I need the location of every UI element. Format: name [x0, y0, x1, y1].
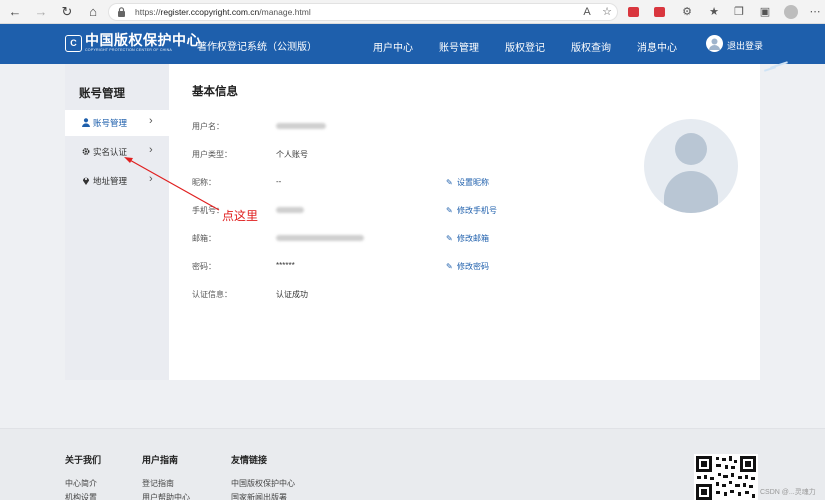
logo-english-text: COPYRIGHT PROTECTION CENTER OF CHINA: [85, 48, 172, 52]
sidebar-item-account-management[interactable]: 账号管理 ›: [65, 110, 169, 136]
watermark-text: CSDN @...灵魂力: [760, 489, 816, 496]
copyright-logo-icon: C: [65, 35, 82, 52]
favorite-star-icon[interactable]: ☆: [598, 3, 616, 21]
site-footer: 关于我们 中心简介 机构设置 用户指南 登记指南 用户帮助中心 友情链接 中国版…: [0, 428, 825, 500]
nav-user-center[interactable]: 用户中心: [373, 39, 413, 54]
back-arrow-icon[interactable]: ←: [6, 3, 24, 21]
footer-heading: 关于我们: [65, 455, 102, 465]
info-row-username: 用户名：: [192, 121, 532, 135]
change-email-link[interactable]: ✎ 修改邮箱: [446, 233, 489, 244]
redacted-value: [276, 207, 304, 213]
site-header: C 中国版权保护中心 COPYRIGHT PROTECTION CENTER O…: [0, 24, 825, 64]
annotation-text: 点这里: [222, 209, 259, 223]
footer-link[interactable]: 用户帮助中心: [142, 491, 190, 500]
footer-link[interactable]: 机构设置: [65, 491, 101, 500]
footer-link[interactable]: 登记指南: [142, 477, 190, 491]
footer-user-guide: 用户指南 登记指南 用户帮助中心: [142, 453, 190, 500]
nav-copyright-registration[interactable]: 版权登记: [505, 39, 545, 54]
info-row-email: 邮箱： ✎ 修改邮箱: [192, 233, 532, 247]
logo-chinese-text: 中国版权保护中心: [85, 32, 201, 48]
info-label: 密码：: [192, 262, 216, 271]
user-icon: [82, 118, 90, 127]
info-row-password: 密码： ****** ✎ 修改密码: [192, 261, 532, 275]
pencil-icon: ✎: [446, 206, 453, 215]
main-panel: 账号管理 账号管理 › 实名认证 › 地址管理 › 基本信息 用户名： 用户类型…: [65, 64, 760, 380]
section-title: 基本信息: [192, 86, 238, 98]
change-password-link[interactable]: ✎ 修改密码: [446, 261, 489, 272]
browser-toolbar: ← → ↻ ⌂ https://register.ccopyright.com.…: [0, 0, 825, 24]
reload-icon[interactable]: ↻: [58, 3, 76, 21]
collections-icon[interactable]: ❐: [730, 3, 748, 21]
footer-link[interactable]: 中心简介: [65, 477, 101, 491]
sidebar-item-address-management[interactable]: 地址管理 ›: [65, 168, 169, 194]
info-label: 昵称：: [192, 178, 216, 187]
extension-icon[interactable]: [654, 7, 665, 17]
sidebar-title: 账号管理: [79, 88, 125, 100]
profile-avatar[interactable]: [644, 119, 738, 213]
location-pin-icon: [83, 177, 89, 185]
pencil-icon: ✎: [446, 178, 453, 187]
chevron-right-icon: ›: [149, 144, 153, 156]
info-row-nickname: 昵称： -- ✎ 设置昵称: [192, 177, 532, 191]
footer-link[interactable]: 中国版权保护中心: [231, 477, 295, 491]
change-phone-link[interactable]: ✎ 修改手机号: [446, 205, 497, 216]
info-label: 认证信息：: [192, 290, 232, 299]
logout-link[interactable]: 退出登录: [727, 39, 763, 52]
screenshot-icon[interactable]: ▣: [756, 3, 774, 21]
pencil-icon: ✎: [446, 262, 453, 271]
chevron-right-icon: ›: [149, 115, 153, 127]
gear-icon: [82, 148, 90, 155]
sidebar-item-real-name-verification[interactable]: 实名认证 ›: [65, 139, 169, 165]
user-avatar-icon[interactable]: [706, 35, 723, 52]
info-value: --: [276, 177, 282, 186]
extension-icon[interactable]: [628, 7, 639, 17]
set-nickname-link[interactable]: ✎ 设置昵称: [446, 177, 489, 188]
nav-copyright-query[interactable]: 版权查询: [571, 39, 611, 54]
info-row-user-type: 用户类型： 个人账号: [192, 149, 532, 163]
footer-heading: 友情链接: [231, 455, 268, 465]
site-logo[interactable]: C 中国版权保护中心 COPYRIGHT PROTECTION CENTER O…: [65, 32, 201, 56]
favorites-icon[interactable]: ★: [705, 3, 723, 21]
profile-avatar-icon[interactable]: [784, 5, 798, 19]
url-text: https://register.ccopyright.com.cn/manag…: [135, 7, 311, 17]
nav-message-center[interactable]: 消息中心: [637, 39, 677, 54]
sidebar: 账号管理 账号管理 › 实名认证 › 地址管理 ›: [65, 64, 169, 380]
pencil-icon: ✎: [446, 234, 453, 243]
chevron-right-icon: ›: [149, 173, 153, 185]
home-icon[interactable]: ⌂: [84, 3, 102, 21]
sidebar-item-label: 地址管理: [93, 176, 128, 186]
qr-code-icon: [694, 454, 758, 500]
decorative-line: [763, 66, 777, 72]
lock-icon: [118, 7, 125, 17]
nav-account-management[interactable]: 账号管理: [439, 39, 479, 54]
avatar-head: [675, 133, 707, 165]
info-value: ******: [276, 261, 295, 270]
redacted-value: [276, 235, 364, 241]
footer-about: 关于我们 中心简介 机构设置: [65, 453, 101, 500]
read-aloud-icon[interactable]: A: [578, 3, 596, 21]
info-label: 邮箱：: [192, 234, 216, 243]
sidebar-item-label: 实名认证: [93, 147, 128, 157]
info-value: 个人账号: [276, 150, 308, 159]
footer-link[interactable]: 国家新闻出版署: [231, 491, 295, 500]
address-bar[interactable]: https://register.ccopyright.com.cn/manag…: [108, 3, 618, 21]
info-row-verification: 认证信息： 认证成功: [192, 289, 532, 303]
more-menu-icon[interactable]: ⋯: [806, 3, 824, 21]
footer-friend-links: 友情链接 中国版权保护中心 国家新闻出版署: [231, 453, 295, 500]
info-value: 认证成功: [276, 290, 308, 299]
redacted-value: [276, 123, 326, 129]
footer-heading: 用户指南: [142, 455, 179, 465]
extension-puzzle-icon[interactable]: ⚙: [678, 3, 696, 21]
avatar-body: [664, 171, 718, 213]
system-title: 著作权登记系统（公测版）: [197, 42, 317, 53]
forward-arrow-icon[interactable]: →: [32, 3, 50, 21]
info-label: 用户名：: [192, 122, 224, 131]
info-label: 手机号：: [192, 206, 224, 215]
info-label: 用户类型：: [192, 150, 232, 159]
sidebar-item-label: 账号管理: [93, 118, 128, 128]
